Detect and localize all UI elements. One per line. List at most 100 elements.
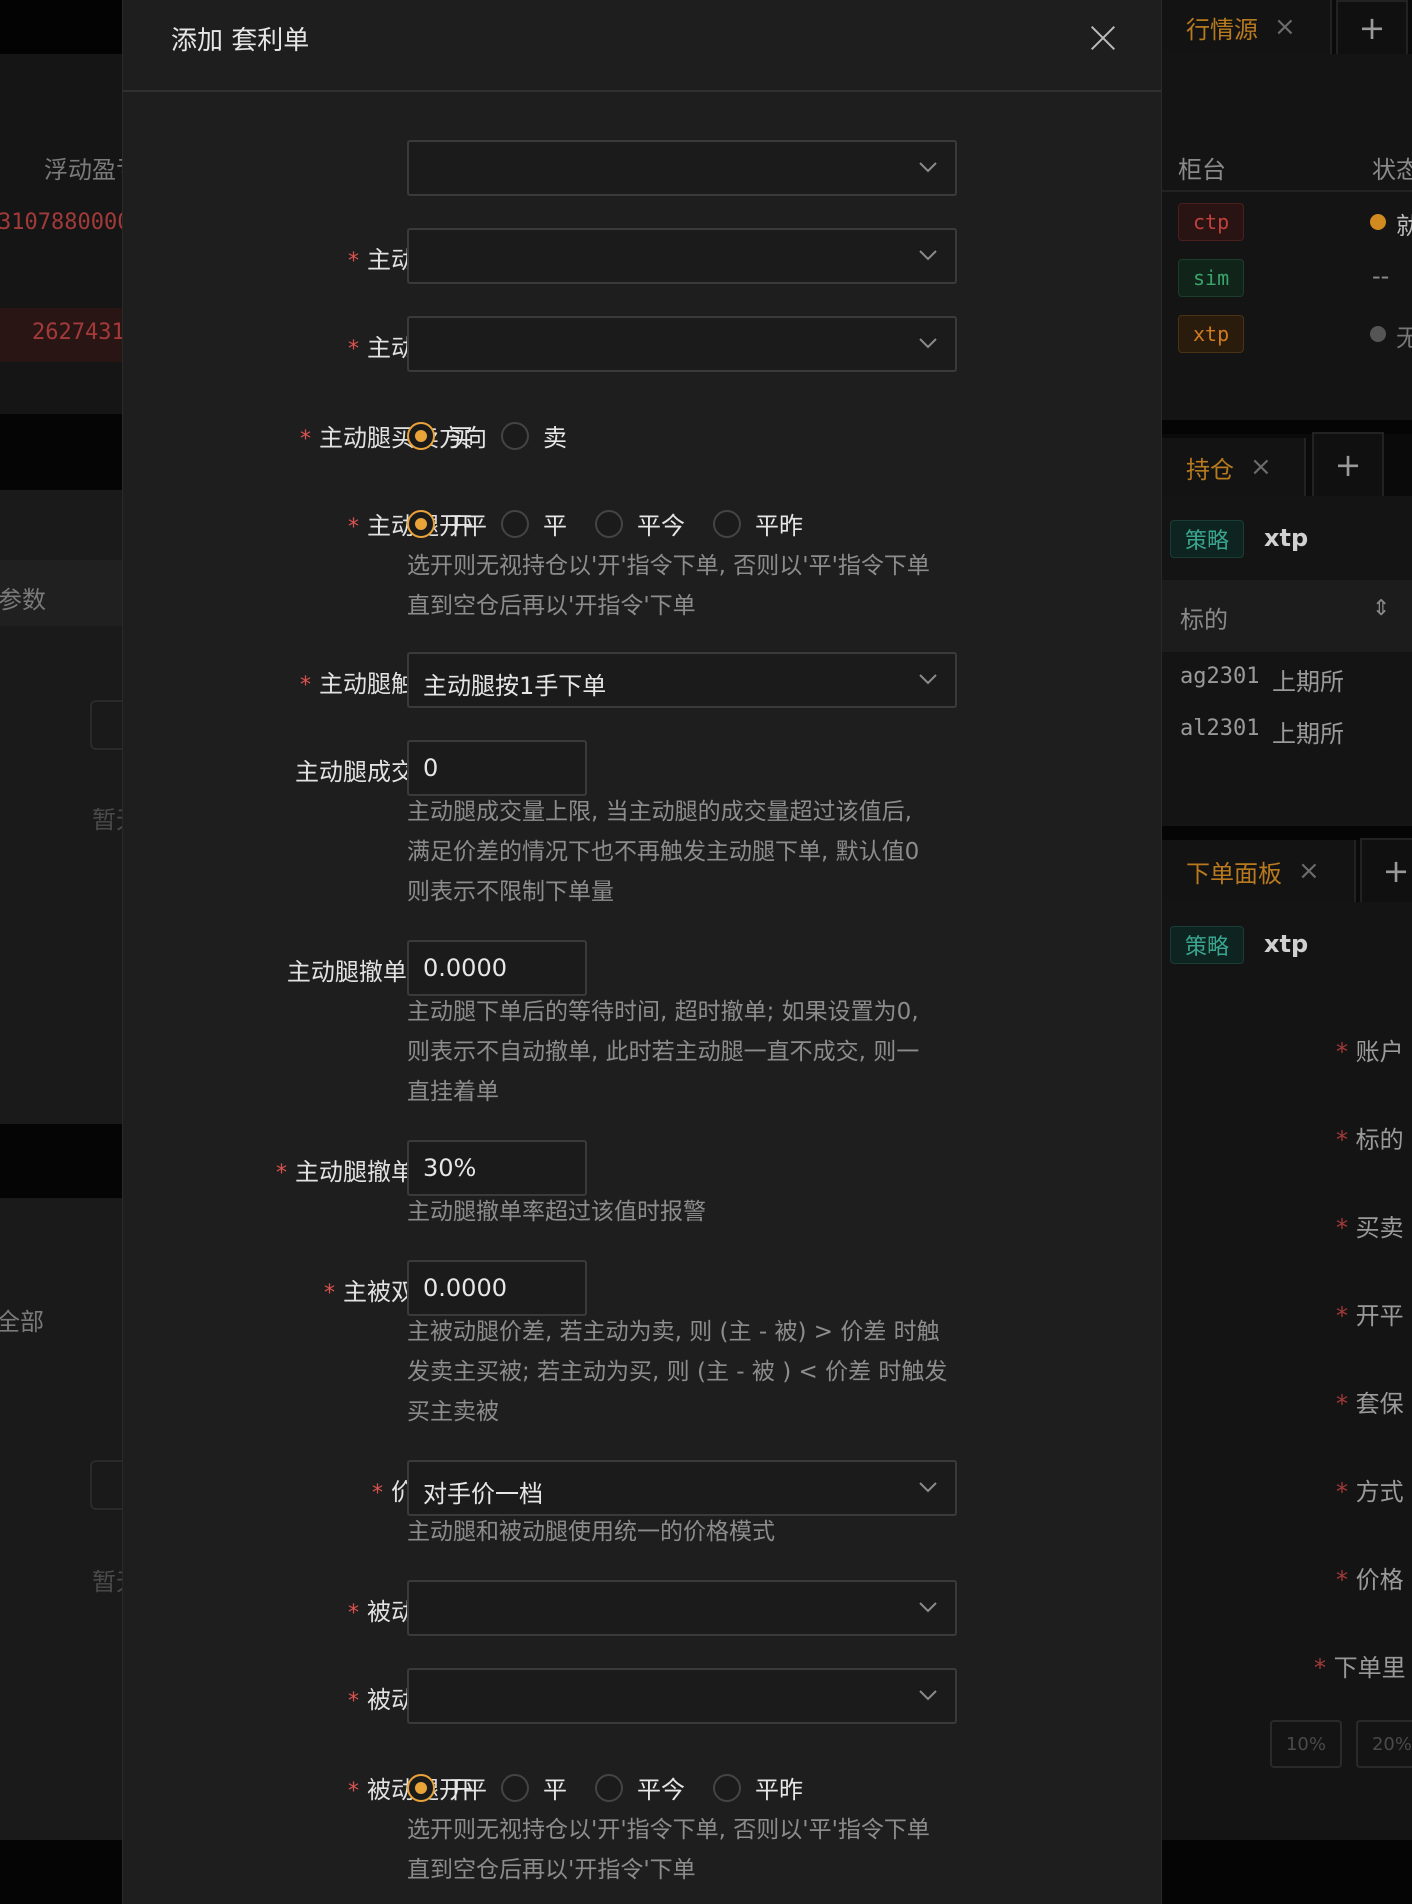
help-text: 主动腿和被动腿使用统一的价格模式: [407, 1519, 775, 1545]
offset-radio-group: 开 平 平今 平昨: [407, 506, 831, 541]
percent-button[interactable]: 20%: [1356, 1720, 1412, 1768]
radio-close[interactable]: 平: [501, 506, 567, 541]
counter-tag: ctp: [1178, 203, 1245, 241]
status-dot: [1370, 326, 1386, 342]
dialog-title: 添加 套利单: [171, 26, 310, 56]
chevron-down-icon: [919, 1602, 937, 1613]
radio-close-yesterday[interactable]: 平昨: [713, 1770, 803, 1805]
radio-open[interactable]: 开: [407, 506, 473, 541]
radio-circle[interactable]: [595, 1773, 623, 1802]
add-arbitrage-order-dialog: 添加 套利单 *行情 *主动腿账户 *主动腿合约 *主动腿买卖方向 买 卖: [122, 0, 1162, 1904]
status-text: 无: [1396, 324, 1412, 352]
chevron-down-icon: [919, 1482, 937, 1493]
cancel-alarm-rate-input[interactable]: 30%: [407, 1140, 587, 1196]
add-tab-button[interactable]: +: [1336, 0, 1408, 54]
radio-circle[interactable]: [407, 421, 435, 450]
symbol-header: 标的: [1180, 606, 1228, 634]
order-field-label: * 账户: [1336, 1038, 1404, 1066]
pnl-value: 2627431: [32, 320, 122, 345]
active-contract-select[interactable]: [407, 316, 957, 372]
close-icon[interactable]: ×: [1250, 452, 1272, 482]
radio-sell[interactable]: 卖: [501, 418, 567, 453]
pnl-value: 3107880000: [0, 210, 122, 235]
help-text: 主被动腿价差, 若主动为卖, 则 (主 - 被) > 价差 时触 发卖主买被; …: [407, 1319, 948, 1425]
cancel-time-input[interactable]: 0.0000: [407, 940, 587, 996]
help-text: 主动腿下单后的等待时间, 超时撤单; 如果设置为0, 则表示不自动撤单, 此时若…: [407, 999, 920, 1105]
status-header: 状态: [1372, 156, 1412, 184]
tab-positions[interactable]: 持仓 ×: [1162, 438, 1306, 496]
radio-circle[interactable]: [501, 1773, 529, 1802]
passive-contract-select[interactable]: [407, 1668, 957, 1724]
status-text: --: [1372, 262, 1390, 290]
order-field-label: * 买卖: [1336, 1214, 1404, 1242]
tab-market-source[interactable]: 行情源 ×: [1162, 0, 1332, 54]
filter-select[interactable]: 全部: [0, 1302, 44, 1337]
radio-circle[interactable]: [407, 509, 435, 538]
status-dot: [1370, 214, 1386, 230]
close-icon[interactable]: ×: [1298, 856, 1320, 886]
chevron-down-icon: [919, 250, 937, 261]
close-icon[interactable]: ×: [1274, 12, 1296, 42]
order-field-label: * 下单里: [1314, 1654, 1406, 1682]
radio-circle[interactable]: [713, 1773, 741, 1802]
close-icon[interactable]: [1085, 20, 1121, 56]
order-field-label: * 方式: [1336, 1478, 1404, 1506]
status-text: 就: [1396, 212, 1412, 240]
price-mode-select[interactable]: 对手价一档: [407, 1460, 957, 1516]
radio-circle[interactable]: [501, 509, 529, 538]
spread-input[interactable]: 0.0000: [407, 1260, 587, 1316]
help-text: 主动腿成交量上限, 当主动腿的成交量超过该值后, 满足价差的情况下也不再触发主动…: [407, 799, 920, 905]
dialog-header: 添加 套利单: [123, 0, 1161, 92]
radio-circle[interactable]: [407, 1773, 435, 1802]
radio-circle[interactable]: [595, 509, 623, 538]
right-panel: 行情源 × + 柜台 状态 ctp 就 sim -- xtp 无 持仓 × + …: [1162, 0, 1412, 1904]
radio-close-today[interactable]: 平今: [595, 506, 685, 541]
add-tab-button[interactable]: +: [1360, 838, 1412, 902]
market-select[interactable]: [407, 140, 957, 196]
add-tab-button[interactable]: +: [1312, 432, 1384, 496]
order-field-label: * 标的: [1336, 1126, 1404, 1154]
tab-order-panel[interactable]: 下单面板 ×: [1162, 840, 1356, 902]
params-header: 参数: [0, 586, 46, 614]
radio-close[interactable]: 平: [501, 1770, 567, 1805]
empty-text: 暂无: [92, 806, 122, 834]
empty-icon: [90, 1460, 122, 1510]
radio-circle[interactable]: [713, 509, 741, 538]
empty-text: 暂无: [92, 1568, 122, 1596]
radio-circle[interactable]: [501, 421, 529, 450]
chevron-down-icon: [919, 162, 937, 173]
position-exchange: 上期所: [1272, 720, 1344, 748]
strategy-name: xtp: [1264, 524, 1309, 552]
left-panel: 浮动盈亏 3107880000 2627431 参数 暂无 全部 暂无: [0, 0, 122, 1904]
chevron-down-icon: [919, 1690, 937, 1701]
position-code: ag2301: [1180, 664, 1260, 689]
sort-icon[interactable]: ⇕: [1372, 596, 1390, 621]
strategy-tag: 策略: [1170, 520, 1245, 558]
help-text: 选开则无视持仓以'开'指令下单, 否则以'平'指令下单 直到空仓后再以'开指令'…: [407, 553, 930, 619]
help-text: 主动腿撤单率超过该值时报警: [407, 1199, 706, 1225]
strategy-tag: 策略: [1170, 926, 1245, 964]
empty-icon: [90, 700, 122, 750]
trigger-mode-select[interactable]: 主动腿按1手下单: [407, 652, 957, 708]
counter-tag: xtp: [1178, 315, 1245, 353]
radio-open[interactable]: 开: [407, 1770, 473, 1805]
position-code: al2301: [1180, 716, 1260, 741]
passive-offset-radio-group: 开 平 平今 平昨: [407, 1770, 831, 1805]
order-field-label: * 套保: [1336, 1390, 1404, 1418]
percent-button[interactable]: 10%: [1270, 1720, 1342, 1768]
radio-buy[interactable]: 买: [407, 418, 473, 453]
help-text: 选开则无视持仓以'开'指令下单, 否则以'平'指令下单 直到空仓后再以'开指令'…: [407, 1817, 930, 1883]
passive-account-select[interactable]: [407, 1580, 957, 1636]
radio-close-today[interactable]: 平今: [595, 1770, 685, 1805]
order-field-label: * 开平: [1336, 1302, 1404, 1330]
strategy-name: xtp: [1264, 930, 1309, 958]
active-account-select[interactable]: [407, 228, 957, 284]
direction-radio-group: 买 卖: [407, 418, 595, 453]
chevron-down-icon: [919, 338, 937, 349]
volume-limit-input[interactable]: 0: [407, 740, 587, 796]
position-exchange: 上期所: [1272, 668, 1344, 696]
radio-close-yesterday[interactable]: 平昨: [713, 506, 803, 541]
floating-pnl-header: 浮动盈亏: [44, 156, 122, 184]
order-field-label: * 价格: [1336, 1566, 1404, 1594]
chevron-down-icon: [919, 674, 937, 685]
